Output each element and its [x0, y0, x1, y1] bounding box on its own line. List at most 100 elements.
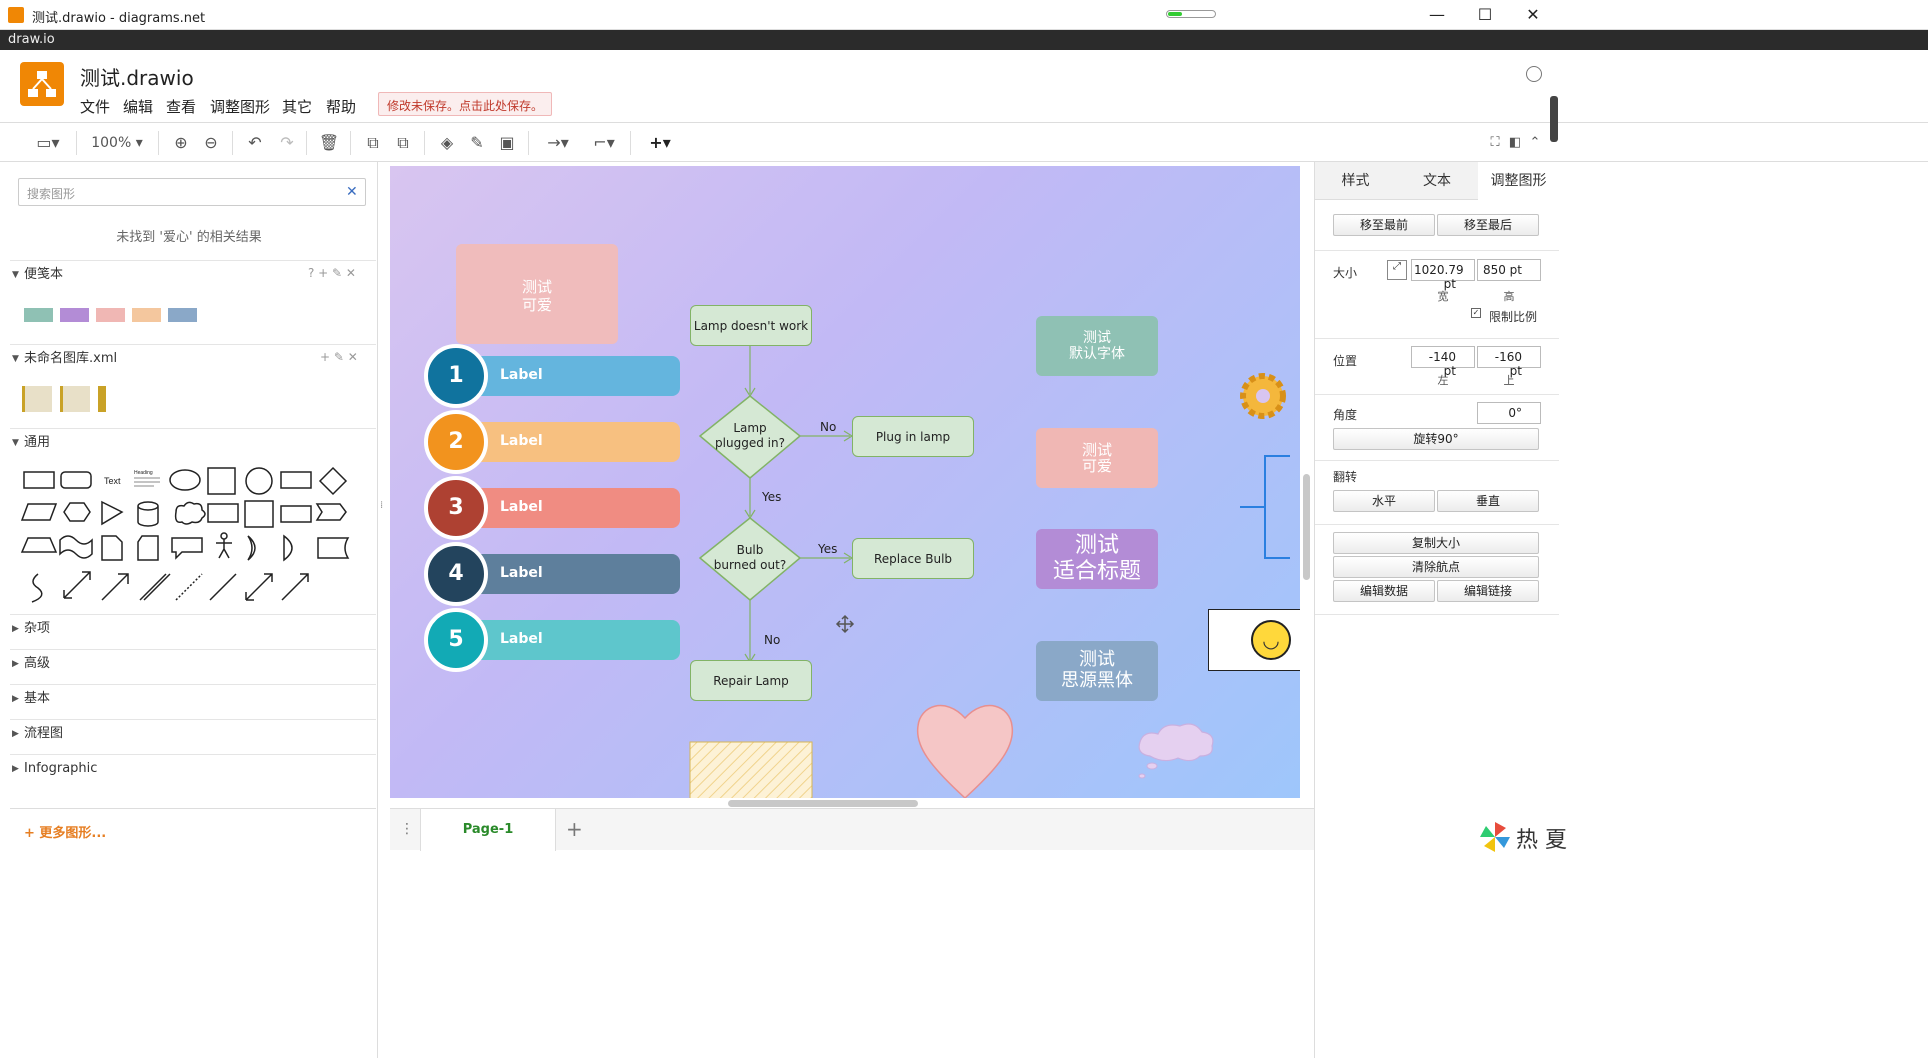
width-field[interactable]: 1020.79 pt: [1411, 259, 1475, 291]
minimize-button[interactable]: —: [1414, 0, 1460, 30]
scratchpad-actions-icon[interactable]: ? + ✎ ✕: [308, 266, 356, 280]
flip-horizontal-button[interactable]: 水平: [1333, 490, 1435, 512]
window-titlebar: 测试.drawio - diagrams.net — ☐ ✕: [0, 0, 1928, 30]
thought-cloud[interactable]: [1138, 723, 1214, 762]
angle-field[interactable]: 0°: [1477, 402, 1541, 424]
menu-help[interactable]: 帮助: [326, 96, 356, 117]
to-back-button[interactable]: 移至最后: [1437, 214, 1539, 236]
library-item[interactable]: [98, 386, 106, 412]
pages-menu-icon[interactable]: ⋮: [400, 821, 414, 837]
tab-style[interactable]: 样式: [1315, 162, 1396, 200]
horizontal-scrollbar[interactable]: [728, 800, 918, 807]
autosize-icon[interactable]: ⤢: [1387, 260, 1407, 280]
library-actions-icon[interactable]: + ✎ ✕: [320, 350, 358, 364]
constrain-checkbox[interactable]: ✓: [1471, 308, 1481, 318]
document-title[interactable]: 测试.drawio: [80, 62, 194, 91]
clear-search-icon[interactable]: ✕: [346, 184, 358, 200]
to-front-icon[interactable]: ⧉: [362, 131, 384, 155]
section-advanced[interactable]: ▶ 高级: [10, 649, 376, 677]
section-label: 未命名图库.xml: [24, 351, 118, 366]
diagram-canvas[interactable]: 测试 可爱 Label 1 Label 2 Label 3 Label 4 Label 5 Lam…: [390, 166, 1300, 798]
default-font-tag[interactable]: 测试 默认字体: [1036, 316, 1158, 376]
connection-style-icon[interactable]: →▾: [540, 131, 576, 155]
insert-icon[interactable]: +▾: [642, 131, 678, 155]
menu-edit[interactable]: 编辑: [123, 96, 153, 117]
section-infographic[interactable]: ▶ Infographic: [10, 754, 376, 782]
tab-text[interactable]: 文本: [1396, 162, 1478, 200]
redo-icon[interactable]: ↷: [276, 131, 298, 155]
top-field[interactable]: -160 pt: [1477, 346, 1541, 378]
bracket-connector[interactable]: [1240, 455, 1290, 559]
emoji-box[interactable]: ◡: [1208, 609, 1300, 671]
title-tag[interactable]: 测试 适合标题: [1036, 529, 1158, 589]
angle-label: 角度: [1333, 408, 1358, 422]
library-item[interactable]: [22, 386, 52, 412]
close-window-button[interactable]: ✕: [1510, 0, 1556, 30]
rotate-90-button[interactable]: 旋转90°: [1333, 428, 1539, 450]
scratchpad-item[interactable]: [132, 308, 161, 322]
collapse-icon[interactable]: ⌃: [1526, 131, 1544, 155]
to-front-button[interactable]: 移至最前: [1333, 214, 1435, 236]
fullscreen-icon[interactable]: ⛶: [1486, 131, 1504, 155]
shadow-icon[interactable]: ▣: [496, 131, 518, 155]
section-general[interactable]: ▼ 通用: [10, 428, 376, 456]
vertical-scrollbar[interactable]: [1303, 474, 1310, 580]
library-item[interactable]: [60, 386, 90, 412]
panel-resize-handle[interactable]: ⁞: [380, 500, 386, 514]
fill-color-icon[interactable]: ◈: [436, 131, 458, 155]
flip-vertical-button[interactable]: 垂直: [1437, 490, 1539, 512]
width-sublabel: 宽: [1437, 290, 1449, 303]
maximize-button[interactable]: ☐: [1462, 0, 1508, 30]
scratchpad-item[interactable]: [168, 308, 197, 322]
line-color-icon[interactable]: ✎: [466, 131, 488, 155]
source-han-tag[interactable]: 测试 思源黑体: [1036, 641, 1158, 701]
menu-file[interactable]: 文件: [80, 96, 110, 117]
cute-tag[interactable]: 测试 可爱: [1036, 428, 1158, 488]
more-shapes-link[interactable]: + 更多图形...: [24, 822, 106, 841]
scratchpad-item[interactable]: [96, 308, 125, 322]
section-basic[interactable]: ▶ 基本: [10, 684, 376, 712]
to-back-icon[interactable]: ⧉: [392, 131, 414, 155]
section-misc[interactable]: ▶ 杂项: [10, 614, 376, 642]
scratchpad-item[interactable]: [24, 308, 53, 322]
heart-shape[interactable]: [916, 704, 1014, 798]
add-page-icon[interactable]: +: [566, 817, 583, 841]
zoom-dropdown[interactable]: 100% ▾: [86, 131, 148, 155]
decision-plugged-label: Lamp plugged in?: [715, 421, 785, 450]
repair-lamp-box[interactable]: Repair Lamp: [690, 660, 812, 701]
copy-size-button[interactable]: 复制大小: [1333, 532, 1539, 554]
edit-link-button[interactable]: 编辑链接: [1437, 580, 1539, 602]
lamp-doesnt-work-box[interactable]: Lamp doesn't work: [690, 305, 812, 346]
waypoints-icon[interactable]: ⌐▾: [586, 131, 622, 155]
menu-view[interactable]: 查看: [166, 96, 196, 117]
plug-in-lamp-box[interactable]: Plug in lamp: [852, 416, 974, 457]
top-sublabel: 上: [1503, 374, 1515, 387]
tab-arrange[interactable]: 调整图形: [1478, 162, 1559, 200]
menu-arrange[interactable]: 调整图形: [210, 96, 270, 117]
panel-toggle-icon[interactable]: ◧: [1506, 131, 1524, 155]
pinwheel-logo: [1478, 820, 1512, 854]
replace-bulb-box[interactable]: Replace Bulb: [852, 538, 974, 579]
shapes-panel: 搜索图形 ✕ 未找到 '爱心' 的相关结果 ▼ 便笺本 ? + ✎ ✕ ▼ 未命名图…: [0, 162, 378, 1058]
undo-icon[interactable]: ↶: [244, 131, 266, 155]
tab-page-1[interactable]: Page-1: [420, 809, 556, 851]
height-field[interactable]: 850 pt: [1477, 259, 1541, 281]
side-handle[interactable]: [1550, 96, 1558, 142]
format-panel-toggle-icon[interactable]: ▭▾: [30, 131, 66, 155]
zoom-in-icon[interactable]: ⊕: [170, 131, 192, 155]
unsaved-notice[interactable]: 修改未保存。点击此处保存。: [378, 92, 553, 116]
scratchpad-item[interactable]: [60, 308, 89, 322]
zoom-out-icon[interactable]: ⊖: [200, 131, 222, 155]
section-flowchart[interactable]: ▶ 流程图: [10, 719, 376, 747]
menu-extras[interactable]: 其它: [282, 96, 312, 117]
left-field[interactable]: -140 pt: [1411, 346, 1475, 378]
clear-waypoints-button[interactable]: 清除航点: [1333, 556, 1539, 578]
delete-icon[interactable]: 🗑: [318, 131, 340, 155]
search-shapes-input[interactable]: 搜索图形: [18, 178, 366, 206]
hatched-box[interactable]: [689, 741, 813, 798]
general-shapes-grid[interactable]: Text Heading: [18, 466, 358, 604]
text-shape: Text: [104, 476, 121, 486]
size-label: 大小: [1333, 266, 1358, 280]
language-globe-icon[interactable]: [1526, 66, 1542, 82]
edit-data-button[interactable]: 编辑数据: [1333, 580, 1435, 602]
